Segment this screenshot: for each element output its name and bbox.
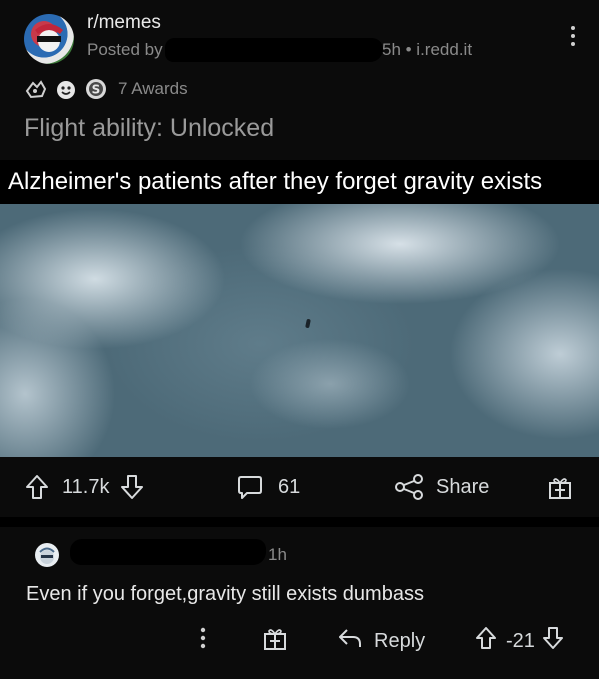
upvote-icon[interactable] [24,473,50,501]
comment-gift-button[interactable] [261,626,289,656]
meme-caption-bar: Alzheimer's patients after they forget g… [0,160,599,204]
gift-icon [546,473,574,501]
more-icon[interactable] [566,26,580,50]
comment-text: Even if you forget,gravity still exists … [26,583,424,605]
comment-time: 1h [268,545,287,564]
comment-more-button[interactable] [196,626,210,656]
comment-count: 61 [278,475,301,498]
awards-count: 7 Awards [118,79,188,98]
svg-text:S: S [92,83,101,97]
post-action-bar: 11.7k 61 Share [0,457,599,517]
post-meta: 5h • i.redd.it [382,40,473,59]
reply-icon [336,624,364,658]
subreddit-name[interactable]: r/memes [87,12,161,34]
gift-award-button[interactable] [546,472,574,502]
reply-button[interactable]: Reply [336,626,425,656]
flying-figure [305,318,311,329]
share-label: Share [436,475,490,498]
share-icon [394,473,424,501]
gift-icon [261,624,289,658]
post-image[interactable]: Alzheimer's patients after they forget g… [0,160,599,457]
commenter-redaction [70,539,266,565]
post-title[interactable]: Flight ability: Unlocked [24,114,274,143]
awards-row[interactable]: S 7 Awards [24,76,188,102]
award-icon [24,77,48,101]
posted-by-label: Posted by [87,40,163,59]
share-button[interactable]: Share [394,472,489,502]
section-divider [0,517,599,527]
reply-label: Reply [374,629,426,652]
commenter-avatar[interactable] [35,543,59,567]
downvote-icon[interactable] [119,473,145,501]
meme-caption: Alzheimer's patients after they forget g… [8,168,543,195]
comment-score: -21 [506,629,535,652]
comments-button[interactable]: 61 [236,472,300,502]
comment: 1h Even if you forget,gravity still exis… [0,527,599,679]
wholesome-award-icon [54,77,78,101]
downvote-icon[interactable] [541,624,565,658]
comment-vote-group: -21 [474,626,565,656]
more-icon [196,624,210,658]
post-header: r/memes Posted by 5h • i.redd.it S 7 Awa… [0,0,599,160]
username-redaction [165,38,383,62]
upvote-icon[interactable] [474,624,498,658]
gold-award-icon: S [84,77,108,101]
subreddit-avatar[interactable] [24,14,74,64]
sky-image [0,204,599,457]
comment-icon [236,473,264,501]
vote-group: 11.7k [24,472,145,502]
upvote-count: 11.7k [62,475,110,498]
